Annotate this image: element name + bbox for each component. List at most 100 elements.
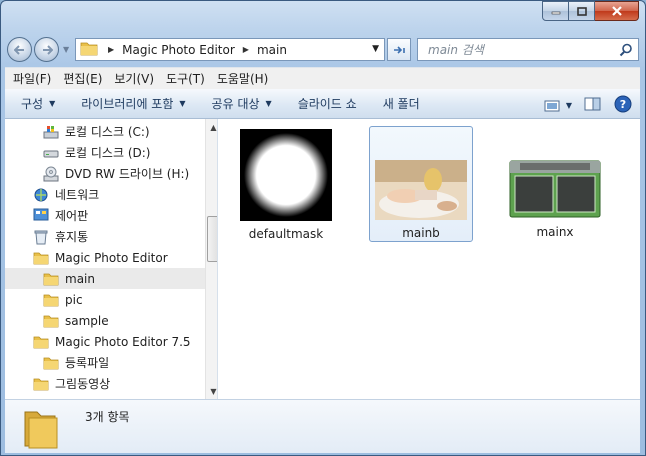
menu-tools[interactable]: 도구(T): [160, 69, 211, 89]
slideshow-button[interactable]: 슬라이드 쇼: [285, 95, 370, 112]
tree-label: Magic Photo Editor 7.5: [55, 334, 191, 349]
back-button[interactable]: [7, 37, 32, 62]
control-panel-icon: [33, 208, 49, 223]
arrow-left-icon: [13, 44, 24, 55]
skin-thumbnail-icon: [509, 160, 601, 218]
item-count: 3개 항목: [85, 410, 130, 424]
address-bar[interactable]: ▶ Magic Photo Editor ▶ main ▼: [75, 38, 385, 61]
menu-file[interactable]: 파일(F): [5, 69, 57, 89]
preview-pane-button[interactable]: [584, 97, 602, 114]
tree-item-magic-photo-editor[interactable]: Magic Photo Editor: [33, 247, 168, 268]
search-icon[interactable]: [619, 43, 633, 60]
folder-icon: [33, 251, 49, 265]
help-button[interactable]: ?: [614, 95, 632, 116]
menu-bar: 파일(F) 편집(E) 보기(V) 도구(T) 도움말(H): [5, 67, 640, 89]
scroll-thumb[interactable]: [207, 216, 217, 262]
tree-item-sample[interactable]: sample: [43, 310, 109, 331]
share-button[interactable]: 공유 대상 ▼: [199, 95, 285, 112]
drive-icon: [43, 146, 59, 160]
tree-label: main: [65, 271, 95, 286]
photo-thumbnail-icon: [375, 160, 467, 220]
tree-label: 휴지통: [55, 230, 89, 244]
breadcrumb-main[interactable]: main: [257, 43, 287, 57]
folder-icon: [33, 335, 49, 349]
folder-icon: [80, 40, 98, 59]
view-options-button[interactable]: ▼: [544, 99, 572, 113]
minimize-button[interactable]: [542, 1, 569, 21]
chevron-down-icon: ▼: [179, 99, 186, 108]
navigation-pane: 로컬 디스크 (C:) 로컬 디스크 (D:) DVD RW 드라이브 (H:)…: [5, 119, 218, 399]
folder-large-icon: [21, 406, 61, 453]
tree-item-dvd-drive[interactable]: DVD RW 드라이브 (H:): [43, 163, 189, 184]
tree-item-control-panel[interactable]: 제어판: [33, 205, 88, 226]
chevron-down-icon: ▼: [49, 99, 56, 108]
tree-label: 제어판: [55, 209, 89, 223]
tree-item-pic[interactable]: pic: [43, 289, 83, 310]
refresh-button[interactable]: [387, 38, 411, 61]
folder-icon: [43, 314, 59, 328]
maximize-icon: [576, 6, 587, 16]
svg-text:?: ?: [620, 98, 626, 111]
file-item-mainx[interactable]: mainx: [503, 127, 607, 243]
nav-scrollbar[interactable]: ▲ ▼: [205, 119, 217, 399]
scroll-up-icon[interactable]: ▲: [206, 119, 217, 135]
search-box[interactable]: [417, 38, 639, 61]
scroll-down-icon[interactable]: ▼: [206, 383, 217, 399]
organize-button[interactable]: 구성 ▼: [5, 95, 68, 112]
tree-label: Magic Photo Editor: [55, 250, 168, 265]
command-bar-right: ▼ ?: [544, 95, 632, 116]
share-label: 공유 대상: [211, 97, 260, 111]
forward-button[interactable]: [34, 37, 59, 62]
details-pane: 3개 항목: [5, 399, 640, 453]
chevron-down-icon: ▼: [265, 99, 272, 108]
tree-item-magic-photo-editor-75[interactable]: Magic Photo Editor 7.5: [33, 331, 191, 352]
menu-edit[interactable]: 편집(E): [57, 69, 108, 89]
arrow-right-icon: [42, 44, 53, 55]
maximize-button[interactable]: [569, 1, 595, 21]
view-icon: [544, 100, 560, 111]
explorer-window: ▼ ▶ Magic Photo Editor ▶ main ▼ 파일(F) 편집…: [0, 0, 646, 456]
file-item-mainb[interactable]: mainb: [369, 126, 473, 242]
address-dropdown-icon[interactable]: ▼: [372, 44, 379, 54]
close-button[interactable]: [595, 1, 639, 21]
breadcrumb-separator-icon[interactable]: ▶: [243, 45, 249, 54]
windows-drive-icon: [43, 125, 59, 139]
tree-item-register-file[interactable]: 등록파일: [43, 352, 109, 373]
refresh-icon: [394, 45, 405, 54]
tree-item-main[interactable]: main: [5, 268, 205, 289]
tree-label: DVD RW 드라이브 (H:): [65, 167, 190, 181]
folder-icon: [43, 356, 59, 370]
network-icon: [33, 187, 49, 203]
organize-label: 구성: [21, 97, 44, 111]
mask-thumbnail-icon: [240, 129, 332, 221]
tree-item-recycle-bin[interactable]: 휴지통: [33, 226, 88, 247]
file-name: mainb: [402, 226, 440, 240]
caption-buttons: [542, 1, 639, 21]
tree-item-local-disk-c[interactable]: 로컬 디스크 (C:): [43, 121, 150, 142]
recent-pages-dropdown[interactable]: ▼: [63, 45, 69, 54]
folder-icon: [43, 272, 59, 286]
tree-label: 그림동영상: [55, 377, 111, 391]
help-icon: ?: [614, 95, 632, 113]
tree-item-pictures-videos[interactable]: 그림동영상: [33, 373, 110, 394]
file-item-defaultmask[interactable]: defaultmask: [234, 127, 338, 243]
menu-view[interactable]: 보기(V): [108, 69, 160, 89]
new-folder-label: 새 폴더: [382, 97, 420, 111]
tree-item-network[interactable]: 네트워크: [33, 184, 99, 205]
breadcrumb-separator-icon[interactable]: ▶: [108, 45, 114, 54]
tree-item-local-disk-d[interactable]: 로컬 디스크 (D:): [43, 142, 150, 163]
folder-icon: [33, 377, 49, 391]
tree-label: 로컬 디스크 (C:): [65, 125, 150, 139]
tree-label: sample: [65, 313, 109, 328]
include-library-button[interactable]: 라이브러리에 포함 ▼: [68, 95, 198, 112]
search-input[interactable]: [418, 39, 608, 60]
breadcrumb-magic-photo-editor[interactable]: Magic Photo Editor: [122, 43, 235, 57]
new-folder-button[interactable]: 새 폴더: [370, 95, 433, 112]
file-name: defaultmask: [248, 227, 324, 241]
folder-icon: [43, 293, 59, 307]
tree-label: pic: [65, 292, 83, 307]
address-row: ▼ ▶ Magic Photo Editor ▶ main ▼: [1, 33, 645, 65]
menu-help[interactable]: 도움말(H): [211, 69, 275, 89]
command-bar: 구성 ▼ 라이브러리에 포함 ▼ 공유 대상 ▼ 슬라이드 쇼 새 폴더 ▼ ?: [5, 89, 640, 119]
tree-label: 네트워크: [55, 188, 100, 202]
